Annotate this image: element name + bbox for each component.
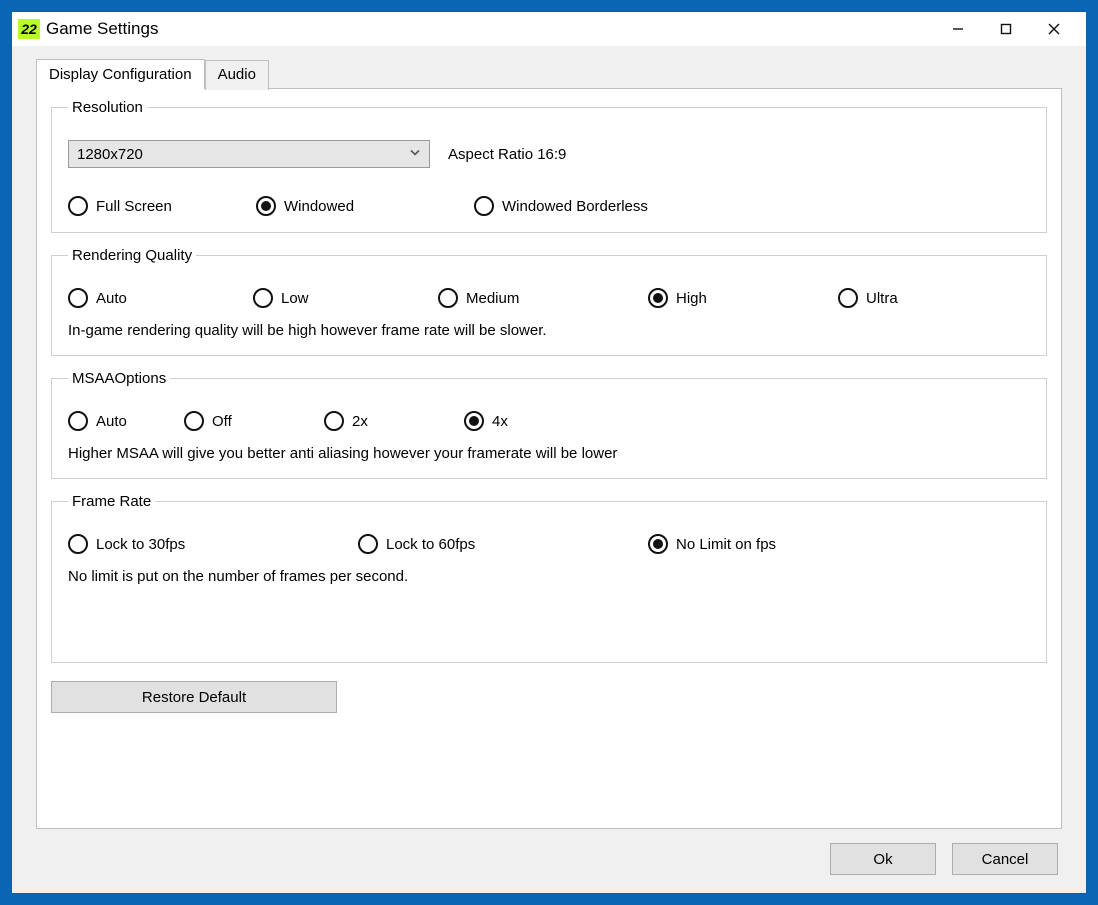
radio-msaa-4x[interactable]: 4x	[464, 411, 604, 431]
radio-quality-medium[interactable]: Medium	[438, 288, 648, 308]
radio-windowed-label: Windowed	[284, 198, 354, 215]
msaa-group: MSAAOptions Auto Off 2x	[51, 370, 1047, 479]
radio-fullscreen-label: Full Screen	[96, 198, 172, 215]
cancel-button[interactable]: Cancel	[952, 843, 1058, 875]
resolution-group: Resolution 1280x720 Aspect Ratio 16:9 Fu…	[51, 99, 1047, 233]
radio-msaa-off-label: Off	[212, 413, 232, 430]
rendering-quality-group: Rendering Quality Auto Low Medium	[51, 247, 1047, 356]
radio-quality-high[interactable]: High	[648, 288, 838, 308]
resolution-value: 1280x720	[77, 146, 143, 163]
close-button[interactable]	[1030, 13, 1078, 45]
radio-fps-lock30-label: Lock to 30fps	[96, 536, 185, 553]
framerate-legend: Frame Rate	[68, 493, 155, 510]
radio-msaa-4x-label: 4x	[492, 413, 508, 430]
radio-quality-ultra[interactable]: Ultra	[838, 288, 1023, 308]
radio-quality-auto-label: Auto	[96, 290, 127, 307]
tab-audio[interactable]: Audio	[205, 60, 269, 90]
resolution-dropdown[interactable]: 1280x720	[68, 140, 430, 168]
radio-fps-nolimit[interactable]: No Limit on fps	[648, 534, 776, 554]
tab-strip: Display Configuration Audio	[36, 58, 1062, 88]
settings-window: 22 Game Settings Display Configuration A…	[12, 12, 1086, 893]
radio-fps-lock60-label: Lock to 60fps	[386, 536, 475, 553]
radio-fps-nolimit-label: No Limit on fps	[676, 536, 776, 553]
window-title: Game Settings	[46, 19, 158, 39]
radio-msaa-auto-label: Auto	[96, 413, 127, 430]
radio-msaa-auto[interactable]: Auto	[68, 411, 184, 431]
radio-windowed[interactable]: Windowed	[256, 196, 474, 216]
radio-msaa-2x-label: 2x	[352, 413, 368, 430]
framerate-helper-text: No limit is put on the number of frames …	[68, 568, 1030, 585]
resolution-legend: Resolution	[68, 99, 147, 116]
radio-msaa-off[interactable]: Off	[184, 411, 324, 431]
close-icon	[1048, 23, 1060, 35]
minimize-icon	[952, 23, 964, 35]
app-icon: 22	[18, 19, 40, 39]
radio-fullscreen[interactable]: Full Screen	[68, 196, 256, 216]
ok-button[interactable]: Ok	[830, 843, 936, 875]
radio-quality-low-label: Low	[281, 290, 309, 307]
maximize-button[interactable]	[982, 13, 1030, 45]
restore-default-button[interactable]: Restore Default	[51, 681, 337, 713]
rendering-legend: Rendering Quality	[68, 247, 196, 264]
radio-fps-lock30[interactable]: Lock to 30fps	[68, 534, 358, 554]
display-tab-panel: Resolution 1280x720 Aspect Ratio 16:9 Fu…	[36, 88, 1062, 829]
radio-quality-medium-label: Medium	[466, 290, 519, 307]
msaa-helper-text: Higher MSAA will give you better anti al…	[68, 445, 1030, 462]
radio-quality-high-label: High	[676, 290, 707, 307]
radio-fps-lock60[interactable]: Lock to 60fps	[358, 534, 648, 554]
maximize-icon	[1000, 23, 1012, 35]
framerate-group: Frame Rate Lock to 30fps Lock to 60fps N…	[51, 493, 1047, 663]
chevron-down-icon	[409, 146, 421, 163]
aspect-ratio-label: Aspect Ratio 16:9	[448, 146, 566, 163]
radio-windowed-borderless[interactable]: Windowed Borderless	[474, 196, 648, 216]
radio-borderless-label: Windowed Borderless	[502, 198, 648, 215]
minimize-button[interactable]	[934, 13, 982, 45]
radio-msaa-2x[interactable]: 2x	[324, 411, 464, 431]
dialog-footer: Ok Cancel	[36, 829, 1062, 877]
msaa-legend: MSAAOptions	[68, 370, 170, 387]
titlebar: 22 Game Settings	[12, 12, 1086, 46]
radio-quality-low[interactable]: Low	[253, 288, 438, 308]
tab-display-configuration[interactable]: Display Configuration	[36, 59, 205, 89]
content-area: Display Configuration Audio Resolution 1…	[12, 46, 1086, 893]
radio-quality-ultra-label: Ultra	[866, 290, 898, 307]
radio-quality-auto[interactable]: Auto	[68, 288, 253, 308]
rendering-helper-text: In-game rendering quality will be high h…	[68, 322, 1030, 339]
